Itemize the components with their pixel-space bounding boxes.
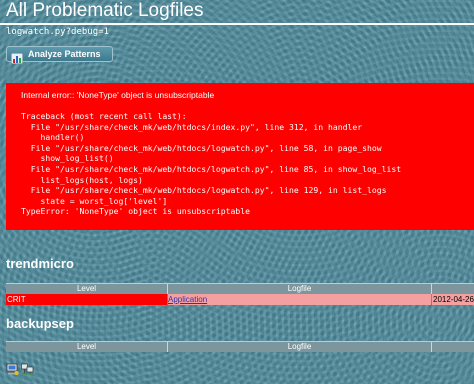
column-separator <box>431 284 432 294</box>
column-header-level: Level <box>76 284 97 293</box>
date-cell: 2012-04-26 <box>432 294 474 305</box>
table-row: CRIT Application 2012-04-26 <box>6 294 474 305</box>
error-box: Internal error:: 'NoneType' object is un… <box>6 83 474 230</box>
host-title-backupsep[interactable]: backupsep <box>6 316 74 331</box>
error-message: Internal error:: 'NoneType' object is un… <box>21 90 215 100</box>
computer-icon[interactable] <box>6 360 19 375</box>
logfile-link-application[interactable]: Application <box>168 295 207 304</box>
error-traceback: Traceback (most recent call last): File … <box>21 111 402 217</box>
page-title: All Problematic Logfiles <box>6 0 204 21</box>
column-header-level: Level <box>76 342 97 351</box>
analyze-patterns-label: Analyze Patterns <box>28 49 101 59</box>
column-header-logfile: Logfile <box>287 342 312 351</box>
analyze-patterns-icon <box>10 49 24 64</box>
network-hosts-icon[interactable] <box>21 360 34 375</box>
host-title-trendmicro[interactable]: trendmicro <box>6 256 74 271</box>
table-header: Level Logfile <box>6 341 474 352</box>
table-header: Level Logfile <box>6 283 474 294</box>
analyze-patterns-button[interactable]: Analyze Patterns <box>6 46 113 64</box>
column-header-logfile: Logfile <box>287 284 312 293</box>
title-divider <box>0 23 474 25</box>
level-cell-crit: CRIT <box>6 294 167 305</box>
logfile-cell: Application <box>168 294 431 305</box>
column-separator <box>431 342 432 352</box>
page-url: logwatch.py?debug=1 <box>6 27 109 37</box>
